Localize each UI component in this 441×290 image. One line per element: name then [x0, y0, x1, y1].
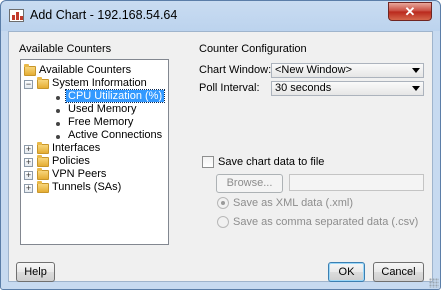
tree-item-free-memory[interactable]: Free Memory — [68, 116, 133, 129]
folder-icon — [37, 142, 49, 154]
counter-configuration-heading: Counter Configuration — [199, 43, 307, 55]
file-path-input[interactable] — [289, 174, 424, 191]
poll-interval-value: 30 seconds — [275, 82, 332, 94]
tree-item-label: CPU Utilization (%) — [64, 89, 166, 103]
title-bar[interactable]: Add Chart - 192.168.54.64 ✕ — [1, 1, 440, 31]
help-button[interactable]: Help — [16, 262, 55, 282]
collapse-icon[interactable]: − — [24, 80, 33, 89]
folder-icon — [37, 155, 49, 167]
close-icon: ✕ — [404, 4, 416, 19]
folder-icon — [37, 181, 49, 193]
folder-icon — [24, 64, 36, 76]
xml-format-radio[interactable] — [217, 197, 229, 209]
ok-button[interactable]: OK — [328, 262, 365, 282]
xml-format-label[interactable]: Save as XML data (.xml) — [233, 197, 353, 209]
chart-window-label: Chart Window: — [199, 64, 272, 76]
tree-item-tunnels[interactable]: Tunnels (SAs) — [52, 181, 121, 194]
counter-bullet-icon — [56, 135, 60, 139]
expand-icon[interactable]: + — [24, 171, 33, 180]
tree-item-used-memory[interactable]: Used Memory — [68, 103, 136, 116]
chevron-down-icon — [412, 68, 420, 73]
window-title: Add Chart - 192.168.54.64 — [30, 8, 178, 22]
cancel-button[interactable]: Cancel — [373, 262, 424, 282]
poll-interval-label: Poll Interval: — [199, 82, 260, 94]
tree-item-cpu-utilization[interactable]: CPU Utilization (%) — [64, 89, 166, 103]
counter-bullet-icon — [56, 122, 60, 126]
counter-bullet-icon — [56, 109, 60, 113]
tree-item-active-connections[interactable]: Active Connections — [68, 129, 162, 142]
tree-item-root[interactable]: Available Counters — [39, 64, 131, 77]
tree-item-system-information[interactable]: System Information — [52, 77, 147, 90]
tree-item-policies[interactable]: Policies — [52, 155, 90, 168]
counters-tree[interactable]: Available Counters − System Information … — [20, 59, 169, 245]
counter-bullet-icon — [56, 96, 60, 100]
resize-grip-icon[interactable] — [429, 278, 439, 288]
dialog-body: Available Counters Available Counters − … — [8, 31, 433, 282]
csv-format-label[interactable]: Save as comma separated data (.csv) — [233, 216, 418, 228]
expand-icon[interactable]: + — [24, 158, 33, 167]
chart-window-value: <New Window> — [275, 64, 353, 76]
available-counters-heading: Available Counters — [19, 43, 112, 55]
csv-format-radio[interactable] — [217, 216, 229, 228]
save-chart-checkbox[interactable] — [202, 156, 214, 168]
tree-item-vpn-peers[interactable]: VPN Peers — [52, 168, 106, 181]
tree-item-interfaces[interactable]: Interfaces — [52, 142, 100, 155]
poll-interval-select[interactable]: 30 seconds — [271, 81, 424, 96]
close-button[interactable]: ✕ — [388, 2, 432, 21]
chevron-down-icon — [412, 86, 420, 91]
chart-window-select[interactable]: <New Window> — [271, 63, 424, 78]
folder-icon — [37, 168, 49, 180]
expand-icon[interactable]: + — [24, 145, 33, 154]
chart-app-icon — [9, 9, 24, 22]
expand-icon[interactable]: + — [24, 184, 33, 193]
folder-icon — [37, 77, 49, 89]
save-chart-label[interactable]: Save chart data to file — [218, 156, 324, 168]
add-chart-dialog: Add Chart - 192.168.54.64 ✕ Available Co… — [0, 0, 441, 290]
browse-button[interactable]: Browse... — [216, 174, 283, 193]
